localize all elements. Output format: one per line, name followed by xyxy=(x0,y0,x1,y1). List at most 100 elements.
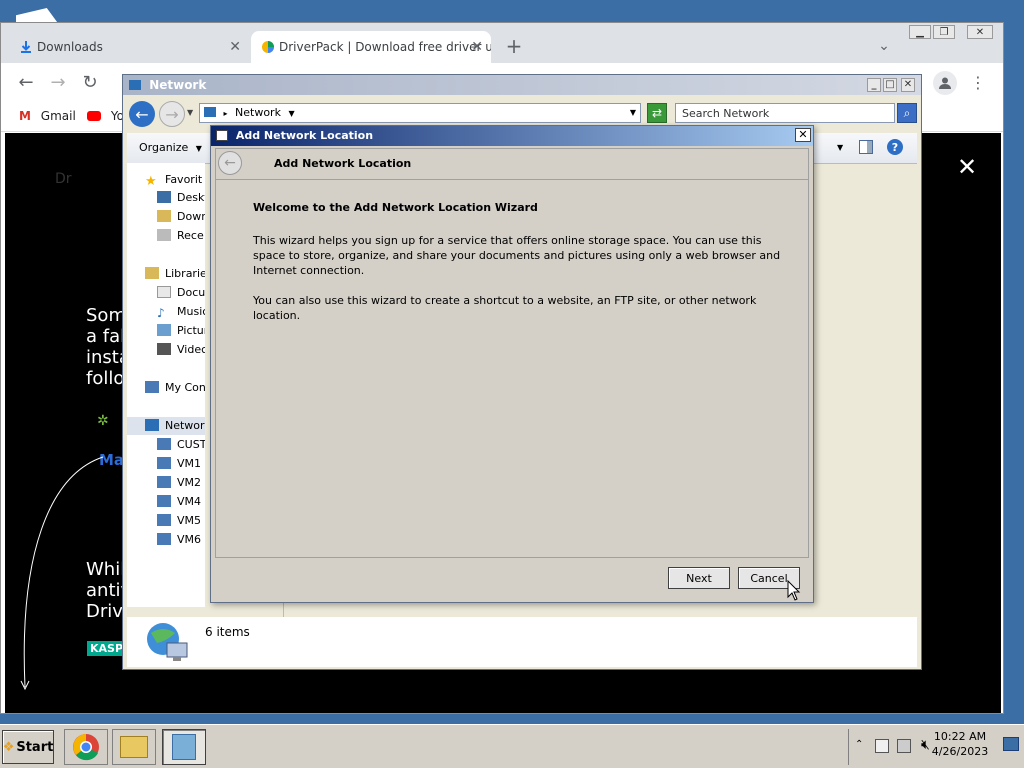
wizard-title: Add Network Location xyxy=(235,129,374,142)
restore-button[interactable]: ❐ xyxy=(933,25,955,39)
nav-libraries[interactable]: Librarie xyxy=(145,265,205,283)
maximize-button[interactable]: □ xyxy=(883,78,897,92)
next-button[interactable]: Next xyxy=(668,567,730,589)
minimize-button[interactable]: ▁ xyxy=(909,25,931,39)
back-icon[interactable]: ← xyxy=(218,151,242,175)
tab-downloads[interactable]: Downloads ✕ xyxy=(9,31,249,63)
nav-item-network-computer[interactable]: VM5 xyxy=(157,512,201,530)
breadcrumb[interactable]: Network xyxy=(235,106,281,119)
reload-icon[interactable]: ↻ xyxy=(77,69,103,95)
nav-network[interactable]: Networ xyxy=(127,417,205,435)
minimize-button[interactable]: _ xyxy=(867,78,881,92)
nav-favorites[interactable]: ★ Favorit xyxy=(145,171,202,189)
profile-icon[interactable] xyxy=(933,71,957,95)
show-desktop-icon[interactable] xyxy=(1003,737,1019,751)
tab-driverpack[interactable]: DriverPack | Download free driver u ✕ xyxy=(251,31,491,63)
address-dropdown-icon[interactable]: ▼ xyxy=(630,104,636,122)
chevron-right-icon: ▸ xyxy=(223,109,228,118)
chevron-down-icon[interactable]: ▼ xyxy=(187,108,193,117)
wizard-body: ← Add Network Location Welcome to the Ad… xyxy=(215,148,809,558)
nav-item-downloads[interactable]: Dowr xyxy=(157,208,205,226)
bookmark-gmail[interactable]: M Gmail xyxy=(19,109,76,123)
nav-item-music[interactable]: ♪ Music xyxy=(157,303,205,321)
nav-item-documents[interactable]: Docu xyxy=(157,284,205,302)
chrome-icon xyxy=(73,734,99,761)
bookmark-label: Gmail xyxy=(40,109,76,123)
wizard-dialog: Add Network Location ✕ ← Add Network Loc… xyxy=(210,125,814,603)
download-icon xyxy=(21,41,31,53)
back-icon[interactable]: ← xyxy=(129,101,155,127)
window-icon xyxy=(216,130,228,141)
network-status-icon[interactable] xyxy=(897,739,911,753)
close-button[interactable]: ✕ xyxy=(795,128,811,142)
help-icon[interactable]: ? xyxy=(887,139,903,155)
computer-icon xyxy=(145,381,159,393)
nav-item-pictures[interactable]: Pictur xyxy=(157,322,205,340)
nav-label: VM5 xyxy=(177,514,202,527)
organize-button[interactable]: Organize ▼ xyxy=(139,141,202,154)
tab-strip: Downloads ✕ DriverPack | Download free d… xyxy=(1,23,1003,63)
nav-item-network-computer[interactable]: VM1 xyxy=(157,455,201,473)
new-tab-button[interactable]: + xyxy=(501,33,527,59)
start-button[interactable]: ❖ Start xyxy=(2,730,54,764)
bug-icon: ✲ xyxy=(97,413,109,429)
nav-item-videos[interactable]: Videc xyxy=(157,341,205,359)
organize-label: Organize xyxy=(139,141,189,154)
person-icon xyxy=(939,77,951,89)
forward-icon[interactable]: → xyxy=(45,69,71,95)
nav-item-network-computer[interactable]: CUST xyxy=(157,436,205,454)
close-icon[interactable]: ✕ xyxy=(957,153,977,181)
action-center-icon[interactable] xyxy=(875,739,889,753)
folder-icon xyxy=(120,736,148,758)
close-tab-icon[interactable]: ✕ xyxy=(229,31,241,63)
nav-label: VM1 xyxy=(177,457,202,470)
taskbar-control-panel[interactable] xyxy=(162,729,206,765)
explorer-titlebar: Network _ □ ✕ xyxy=(123,75,921,95)
nav-label: Videc xyxy=(177,343,205,356)
search-icon[interactable]: ⌕ xyxy=(897,103,917,123)
wizard-titlebar: Add Network Location ✕ xyxy=(211,126,813,146)
chevron-down-icon[interactable]: ▼ xyxy=(288,109,294,118)
back-icon[interactable]: ← xyxy=(13,69,39,95)
address-bar[interactable]: ▸ Network ▼ ▼ xyxy=(199,103,641,123)
computer-icon xyxy=(157,476,171,488)
computer-icon xyxy=(157,438,171,450)
refresh-icon[interactable]: ⇄ xyxy=(647,103,667,123)
nav-item-network-computer[interactable]: VM4 xyxy=(157,493,201,511)
close-tab-icon[interactable]: ✕ xyxy=(471,31,483,63)
chevron-down-icon[interactable]: ⌄ xyxy=(871,33,897,59)
search-input[interactable]: Search Network xyxy=(682,107,769,120)
bookmark-youtube[interactable]: Yo xyxy=(87,109,124,123)
nav-label: Favorit xyxy=(165,173,203,186)
control-panel-icon xyxy=(172,734,196,760)
search-field[interactable]: Search Network xyxy=(675,103,895,123)
clock-date: 4/26/2023 xyxy=(931,745,989,758)
view-options-icon[interactable]: ▼ xyxy=(837,143,843,152)
nav-item-recent[interactable]: Rece xyxy=(157,227,204,245)
close-button[interactable]: ✕ xyxy=(901,78,915,92)
library-icon xyxy=(145,267,159,279)
close-button[interactable]: ✕ xyxy=(967,25,993,39)
taskbar-chrome[interactable] xyxy=(64,729,108,765)
nav-label: Pictur xyxy=(177,324,205,337)
nav-label: Networ xyxy=(165,419,205,432)
faded-logo: Dr xyxy=(55,171,72,187)
nav-item-network-computer[interactable]: VM6 xyxy=(157,531,201,549)
computer-icon xyxy=(157,495,171,507)
show-hidden-icons[interactable]: ⌃ xyxy=(855,739,863,750)
nav-item-desktop[interactable]: Deskt xyxy=(157,189,205,207)
video-icon xyxy=(157,343,171,355)
nav-item-network-computer[interactable]: VM2 xyxy=(157,474,201,492)
more-icon[interactable]: ⋮ xyxy=(965,69,991,95)
computer-icon xyxy=(157,514,171,526)
clock[interactable]: 10:22 AM 4/26/2023 xyxy=(920,729,1000,759)
clock-time: 10:22 AM xyxy=(933,730,987,743)
preview-pane-icon[interactable] xyxy=(859,140,873,154)
nav-computer[interactable]: My Con xyxy=(145,379,205,397)
gmail-icon: M xyxy=(19,109,31,123)
driverpack-icon xyxy=(262,41,274,53)
computer-icon xyxy=(157,457,171,469)
taskbar-explorer[interactable] xyxy=(112,729,156,765)
details-pane: 6 items xyxy=(127,617,917,667)
forward-icon[interactable]: → xyxy=(159,101,185,127)
